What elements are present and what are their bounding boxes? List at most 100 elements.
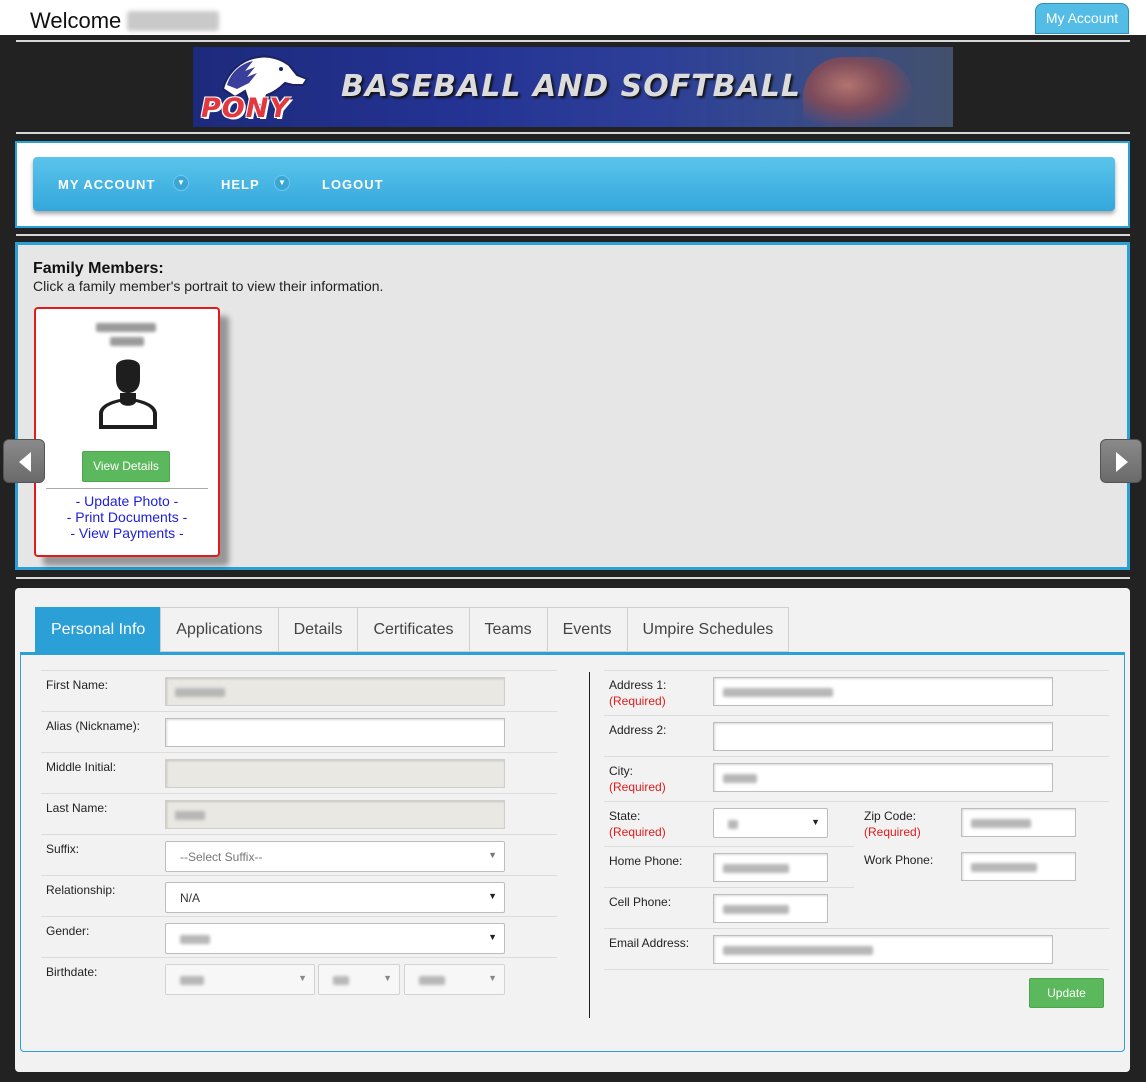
address1-label: Address 1: (609, 678, 667, 692)
select-caret-icon: ▼ (488, 973, 497, 983)
first-name-label: First Name: (46, 678, 109, 692)
view-payments-link[interactable]: - View Payments - (36, 525, 218, 541)
divider (16, 577, 1130, 579)
last-name-field (165, 800, 505, 829)
view-details-button[interactable]: View Details (82, 451, 170, 482)
tab-details[interactable]: Details (277, 607, 358, 652)
welcome-text: Welcome (30, 8, 220, 34)
middle-initial-label: Middle Initial: (46, 760, 117, 774)
nav-my-account[interactable]: MY ACCOUNT (58, 177, 155, 192)
form-row: Gender: ▼ (41, 916, 557, 957)
city-label: City: (609, 764, 633, 778)
form-row: Cell Phone: (604, 887, 854, 928)
tab-personal-info[interactable]: Personal Info (35, 607, 161, 652)
birth-year-select[interactable]: ▼ (404, 964, 505, 995)
state-label: State: (609, 809, 641, 823)
form-row: Suffix: --Select Suffix-- ▼ (41, 834, 557, 875)
avatar-silhouette-icon[interactable] (96, 353, 160, 433)
arrow-right-icon (1116, 452, 1128, 472)
form-row: City: (Required) (604, 756, 1109, 801)
birthdate-label: Birthdate: (46, 965, 98, 979)
alias-field[interactable] (165, 718, 505, 747)
my-account-button[interactable]: My Account (1035, 3, 1129, 34)
family-member-card[interactable]: View Details - Update Photo - - Print Do… (34, 307, 220, 557)
cell-phone-field[interactable] (713, 894, 828, 923)
select-caret-icon: ▼ (488, 850, 497, 860)
member-name-redacted (96, 323, 156, 332)
suffix-select[interactable]: --Select Suffix-- ▼ (165, 841, 505, 872)
gender-select[interactable]: ▼ (165, 923, 505, 954)
required-text: (Required) (609, 780, 666, 794)
user-name-redacted (127, 11, 220, 31)
divider (16, 132, 1130, 134)
pony-logo-text: PONY (201, 93, 290, 124)
suffix-label: Suffix: (46, 842, 80, 856)
form-row: Alias (Nickname): (41, 711, 557, 752)
form-row: Home Phone: (604, 846, 854, 887)
email-field[interactable] (713, 935, 1053, 964)
form-row-end (604, 969, 1109, 970)
home-phone-label: Home Phone: (609, 854, 683, 868)
column-divider (589, 672, 590, 1018)
form-row: Relationship: N/A ▼ (41, 875, 557, 916)
tab-certificates[interactable]: Certificates (357, 607, 469, 652)
email-label: Email Address: (609, 936, 690, 950)
family-members-subtitle: Click a family member's portrait to view… (33, 278, 384, 294)
first-name-field (165, 677, 505, 706)
banner-title: BASEBALL AND SOFTBALL (341, 69, 801, 104)
nav-help[interactable]: HELP (221, 177, 260, 192)
select-caret-icon: ▼ (298, 973, 307, 983)
info-tabs: Personal Info Applications Details Certi… (35, 607, 790, 652)
form-row: Work Phone: (854, 846, 1109, 887)
top-bar: Welcome My Account (0, 0, 1146, 35)
tab-events[interactable]: Events (546, 607, 627, 652)
form-row: Birthdate: ▼ ▼ ▼ (41, 957, 557, 998)
tab-teams[interactable]: Teams (468, 607, 547, 652)
address2-field[interactable] (713, 722, 1053, 751)
relationship-select[interactable]: N/A ▼ (165, 882, 505, 913)
tab-applications[interactable]: Applications (160, 607, 278, 652)
work-phone-label: Work Phone: (864, 853, 934, 867)
required-text: (Required) (864, 825, 921, 839)
form-row: Middle Initial: (41, 752, 557, 793)
city-field[interactable] (713, 763, 1053, 792)
state-select[interactable]: ▼ (713, 808, 828, 838)
update-photo-link[interactable]: - Update Photo - (36, 493, 218, 509)
birth-month-select[interactable]: ▼ (165, 964, 315, 995)
nav-panel: MY ACCOUNT ▼ HELP ▼ LOGOUT (15, 141, 1130, 228)
gender-label: Gender: (46, 924, 90, 938)
card-divider (46, 488, 208, 489)
address2-label: Address 2: (609, 723, 667, 737)
main-nav-bar: MY ACCOUNT ▼ HELP ▼ LOGOUT (33, 157, 1115, 211)
divider (16, 234, 1130, 236)
address1-field[interactable] (713, 677, 1053, 706)
form-row: First Name: (41, 670, 557, 711)
suffix-value: --Select Suffix-- (180, 850, 263, 864)
family-members-title: Family Members: (33, 260, 164, 277)
carousel-prev-button[interactable] (3, 439, 45, 483)
select-caret-icon: ▼ (488, 891, 497, 901)
member-info-panel: Personal Info Applications Details Certi… (15, 588, 1130, 1072)
update-button[interactable]: Update (1029, 978, 1104, 1008)
print-documents-link[interactable]: - Print Documents - (36, 509, 218, 525)
relationship-label: Relationship: (46, 883, 116, 897)
nav-logout[interactable]: LOGOUT (322, 177, 384, 192)
birth-day-select[interactable]: ▼ (318, 964, 400, 995)
welcome-label: Welcome (30, 8, 122, 33)
zip-code-label: Zip Code: (864, 809, 917, 823)
select-caret-icon: ▼ (811, 817, 820, 827)
zip-code-field[interactable] (961, 808, 1076, 837)
chevron-down-icon[interactable]: ▼ (274, 175, 290, 191)
chevron-down-icon[interactable]: ▼ (173, 175, 189, 191)
tab-umpire-schedules[interactable]: Umpire Schedules (626, 607, 790, 652)
personal-info-form: First Name: Alias (Nickname): Middle Ini… (20, 652, 1125, 1052)
home-phone-field[interactable] (713, 853, 828, 882)
carousel-next-button[interactable] (1100, 439, 1142, 483)
pony-banner: PONY BASEBALL AND SOFTBALL (193, 47, 953, 127)
relationship-value: N/A (180, 891, 201, 905)
required-text: (Required) (609, 825, 666, 839)
arrow-left-icon (19, 452, 31, 472)
select-caret-icon: ▼ (383, 973, 392, 983)
form-row: Address 1: (Required) (604, 670, 1109, 715)
work-phone-field[interactable] (961, 852, 1076, 881)
